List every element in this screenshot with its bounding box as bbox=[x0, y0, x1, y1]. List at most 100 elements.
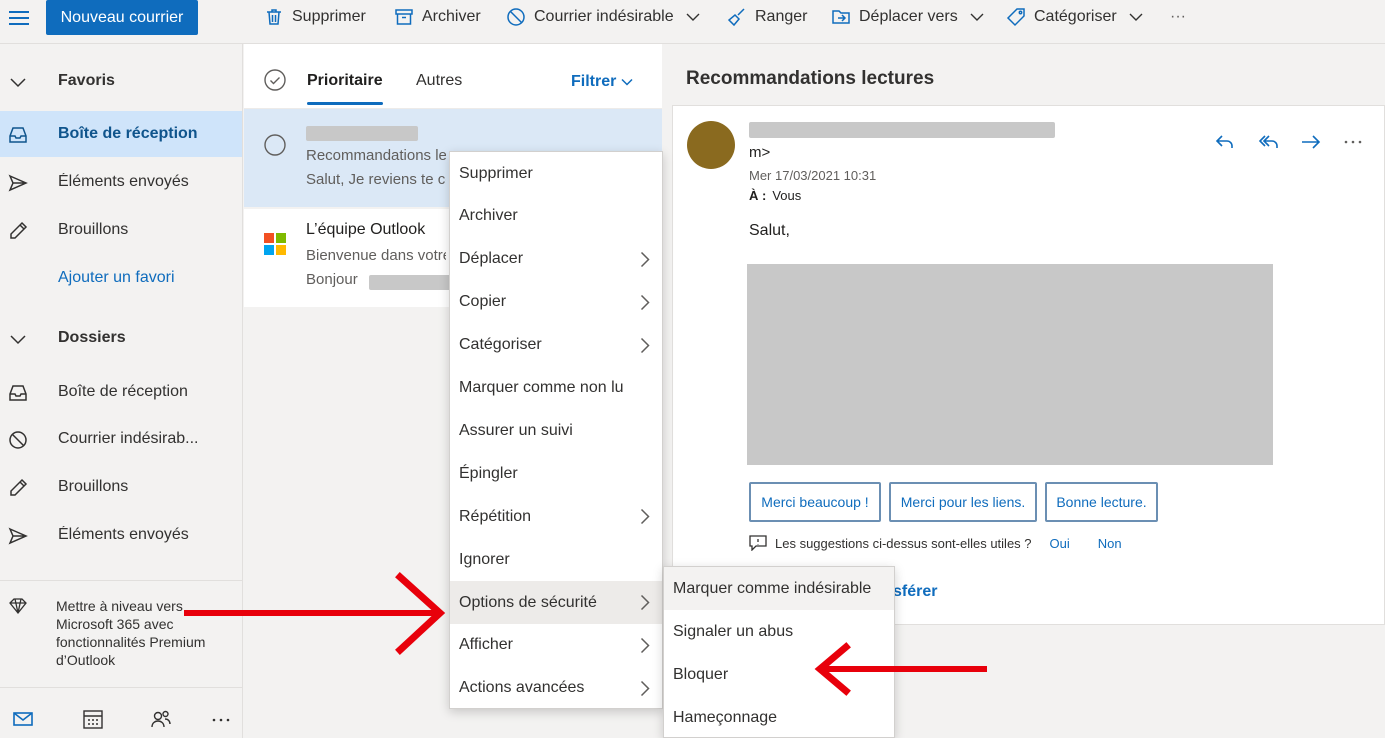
chevron-right-icon bbox=[640, 294, 650, 310]
chevron-right-icon bbox=[640, 509, 650, 525]
trash-icon bbox=[267, 9, 281, 25]
sidebar-item-inbox[interactable]: Boîte de réception bbox=[0, 369, 242, 415]
chevron-right-icon bbox=[640, 680, 650, 696]
select-all-icon[interactable] bbox=[263, 68, 287, 92]
pencil-icon bbox=[10, 478, 28, 496]
move-to-button[interactable]: Déplacer vers bbox=[831, 5, 984, 29]
sidebar-item-sent-favorite[interactable]: Éléments envoyés bbox=[0, 159, 242, 205]
reply-all-icon[interactable] bbox=[1257, 130, 1281, 154]
message-preview: Salut, Je reviens te contacter bbox=[306, 171, 446, 188]
email-card: m> Mer 17/03/2021 10:31 À : Vous Salut, M… bbox=[672, 105, 1385, 625]
junk-label: Courrier indésirable bbox=[534, 8, 674, 25]
delete-button[interactable]: Supprimer bbox=[264, 5, 366, 29]
menu-item-archive[interactable]: Archiver bbox=[450, 195, 662, 238]
microsoft-logo-icon bbox=[264, 233, 286, 255]
favorites-label: Favoris bbox=[58, 72, 115, 89]
menu-item-move[interactable]: Déplacer bbox=[450, 238, 662, 281]
people-icon[interactable] bbox=[150, 708, 172, 730]
menu-item-categorize[interactable]: Catégoriser bbox=[450, 324, 662, 367]
menu-item-label: Épingler bbox=[459, 464, 518, 482]
suggested-reply-button[interactable]: Merci pour les liens. bbox=[889, 482, 1037, 522]
categorize-label: Catégoriser bbox=[1034, 8, 1117, 25]
categorize-button[interactable]: Catégoriser bbox=[1006, 5, 1143, 29]
sidebar-item-label: Courrier indésirab... bbox=[58, 430, 199, 447]
tab-other[interactable]: Autres bbox=[416, 72, 462, 90]
suggested-reply-button[interactable]: Bonne lecture. bbox=[1045, 482, 1158, 522]
sidebar-item-inbox-favorite[interactable]: Boîte de réception bbox=[0, 111, 242, 157]
move-folder-icon bbox=[832, 10, 850, 24]
sidebar-item-label: Brouillons bbox=[58, 478, 129, 495]
junk-button[interactable]: Courrier indésirable bbox=[506, 5, 700, 29]
select-circle-icon[interactable] bbox=[263, 133, 287, 157]
favorites-header[interactable]: Favoris bbox=[0, 58, 242, 104]
archive-label: Archiver bbox=[422, 8, 481, 25]
feedback-no-link[interactable]: Non bbox=[1098, 536, 1122, 551]
email-greeting: Salut, bbox=[749, 222, 790, 239]
reply-icon[interactable] bbox=[1213, 130, 1237, 154]
more-actions-icon[interactable] bbox=[1341, 130, 1365, 154]
menu-item-label: Assurer un suivi bbox=[459, 421, 573, 439]
archive-icon bbox=[395, 9, 413, 25]
chevron-down-icon bbox=[10, 78, 26, 88]
mail-icon[interactable] bbox=[12, 708, 34, 730]
more-apps-icon[interactable] bbox=[210, 708, 232, 730]
sweep-button[interactable]: Ranger bbox=[727, 5, 807, 29]
menu-item-follow-up[interactable]: Assurer un suivi bbox=[450, 409, 662, 452]
message-preview: Bonjour bbox=[306, 271, 358, 288]
sweep-label: Ranger bbox=[755, 8, 808, 25]
archive-button[interactable]: Archiver bbox=[394, 5, 481, 29]
new-mail-button[interactable]: Nouveau courrier bbox=[46, 0, 198, 35]
feedback-icon bbox=[749, 535, 767, 551]
to-value: Vous bbox=[772, 188, 802, 203]
redacted-sender bbox=[306, 126, 418, 141]
chevron-right-icon bbox=[640, 251, 650, 267]
chevron-down-icon bbox=[970, 13, 984, 21]
menu-item-advanced-actions[interactable]: Actions avancées bbox=[450, 667, 662, 710]
sidebar-item-label: Boîte de réception bbox=[58, 383, 188, 400]
menu-item-security-options[interactable]: Options de sécurité bbox=[450, 581, 662, 624]
sidebar-item-drafts[interactable]: Brouillons bbox=[0, 464, 242, 510]
sidebar-item-sent[interactable]: Éléments envoyés bbox=[0, 512, 242, 558]
menu-item-report-abuse[interactable]: Signaler un abus bbox=[664, 610, 894, 653]
menu-item-label: Copier bbox=[459, 293, 507, 311]
forward-link-fragment[interactable]: sférer bbox=[893, 583, 937, 601]
avatar[interactable] bbox=[687, 121, 735, 169]
menu-item-delete[interactable]: Supprimer bbox=[450, 152, 662, 195]
command-bar: Nouveau courrier Supprimer Archiver Cour… bbox=[0, 0, 1385, 44]
upgrade-text: Mettre à niveau vers Microsoft 365 avec … bbox=[56, 598, 206, 668]
menu-item-ignore[interactable]: Ignorer bbox=[450, 538, 662, 581]
chevron-right-icon bbox=[640, 337, 650, 353]
menu-item-label: Options de sécurité bbox=[459, 593, 597, 611]
menu-item-label: Déplacer bbox=[459, 250, 524, 268]
menu-item-mark-junk[interactable]: Marquer comme indésirable bbox=[664, 567, 894, 610]
menu-item-phishing[interactable]: Hameçonnage bbox=[664, 696, 894, 738]
chevron-down-icon bbox=[1129, 13, 1143, 21]
menu-item-snooze[interactable]: Répétition bbox=[450, 495, 662, 538]
hamburger-menu-icon[interactable] bbox=[8, 8, 30, 28]
forward-icon[interactable] bbox=[1299, 130, 1323, 154]
sidebar-item-drafts-favorite[interactable]: Brouillons bbox=[0, 207, 242, 253]
add-favorite-label: Ajouter un favori bbox=[58, 269, 175, 286]
chevron-right-icon bbox=[640, 637, 650, 653]
suggestion-feedback: Les suggestions ci-dessus sont-elles uti… bbox=[749, 535, 1122, 551]
menu-item-block[interactable]: Bloquer bbox=[664, 653, 894, 696]
menu-item-view[interactable]: Afficher bbox=[450, 624, 662, 667]
move-to-label: Déplacer vers bbox=[859, 8, 958, 25]
add-favorite-link[interactable]: Ajouter un favori bbox=[0, 255, 242, 301]
menu-item-label: Ignorer bbox=[459, 550, 510, 568]
sidebar-item-junk[interactable]: Courrier indésirab... bbox=[0, 416, 242, 462]
menu-item-copy[interactable]: Copier bbox=[450, 281, 662, 324]
folders-header[interactable]: Dossiers bbox=[0, 315, 242, 361]
calendar-icon[interactable] bbox=[82, 708, 104, 730]
upgrade-banner[interactable]: Mettre à niveau vers Microsoft 365 avec … bbox=[0, 580, 242, 688]
feedback-yes-link[interactable]: Oui bbox=[1050, 536, 1070, 551]
menu-item-pin[interactable]: Épingler bbox=[450, 452, 662, 495]
blocked-icon bbox=[9, 431, 27, 449]
suggested-reply-button[interactable]: Merci beaucoup ! bbox=[749, 482, 881, 522]
more-options-icon[interactable]: ··· bbox=[1170, 5, 1186, 29]
filter-label: Filtrer bbox=[571, 73, 617, 90]
filter-button[interactable]: Filtrer bbox=[571, 73, 633, 91]
menu-item-label: Répétition bbox=[459, 507, 532, 525]
tab-focused[interactable]: Prioritaire bbox=[307, 72, 383, 90]
menu-item-mark-unread[interactable]: Marquer comme non lu bbox=[450, 367, 662, 410]
